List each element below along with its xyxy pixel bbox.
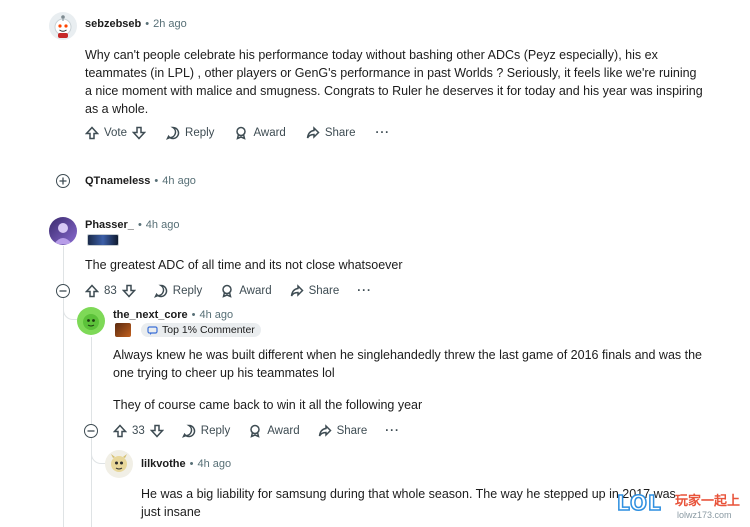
share-button[interactable]: Share [306,126,356,140]
upvote-icon[interactable] [85,126,99,140]
comment-icon [153,284,168,298]
vote-score: 33 [132,425,145,437]
share-button[interactable]: Share [290,284,340,298]
comment-body: Why can't people celebrate his performan… [85,48,703,116]
comment-timestamp[interactable]: 2h ago [153,18,187,30]
separator-dot: • [191,309,196,321]
collapse-comment-button[interactable] [84,424,98,438]
share-label: Share [308,285,340,297]
vote-label: Vote [104,127,128,139]
reply-button[interactable]: Reply [181,424,231,438]
more-icon: ··· [375,127,391,139]
comment-body: Always knew he was built different when … [113,348,703,380]
share-button[interactable]: Share [318,424,368,438]
comment-body: The greatest ADC of all time and its not… [85,258,403,272]
award-label: Award [239,285,272,297]
share-label: Share [336,425,368,437]
watermark: LOL 玩家一起上 lolwz173.com [616,488,747,524]
comment-username[interactable]: sebzebseb [85,18,141,30]
award-icon [222,284,232,298]
award-button[interactable]: Award [220,284,272,298]
commenter-badge-icon [147,325,158,335]
avatar[interactable] [77,307,105,335]
comment-timestamp[interactable]: 4h ago [199,309,233,321]
separator-dot: • [145,18,150,30]
reply-label: Reply [172,285,203,297]
reply-label: Reply [185,127,215,139]
comment-username[interactable]: lilkvothe [141,458,186,470]
more-options-button[interactable]: ··· [376,127,391,139]
reply-connector [63,308,77,320]
comment-timestamp[interactable]: 4h ago [146,219,180,231]
watermark-text: 玩家一起上 [675,494,741,509]
upvote-icon[interactable] [85,284,99,298]
comment-timestamp[interactable]: 4h ago [162,175,196,187]
more-options-button[interactable]: ··· [385,425,400,437]
reply-button[interactable]: Reply [166,126,214,140]
plus-icon [59,177,67,185]
separator-dot: • [189,458,194,470]
comment-timestamp[interactable]: 4h ago [197,458,231,470]
downvote-icon[interactable] [121,284,136,298]
award-icon [250,424,260,438]
expand-comment-button[interactable] [56,174,70,188]
vote-score: 83 [104,285,117,297]
award-button[interactable]: Award [234,126,286,140]
share-icon [290,284,304,297]
share-label: Share [324,127,356,139]
more-icon: ··· [385,425,400,437]
award-button[interactable]: Award [248,424,300,438]
share-icon [306,126,320,139]
separator-dot: • [137,219,142,231]
comment-actions: 33 Reply Award Share ··· [113,424,400,438]
comment-icon [181,424,196,438]
comment-body-paragraph: They of course came back to win it all t… [113,398,423,412]
collapse-comment-button[interactable] [56,284,70,298]
avatar[interactable] [49,217,77,245]
reply-button[interactable]: Reply [153,284,203,298]
reply-connector [91,450,105,464]
watermark-url: lolwz173.com [677,510,732,520]
comment-body: He was a big liability for samsung durin… [141,487,676,519]
user-flair [115,323,131,337]
downvote-icon[interactable] [149,424,164,438]
watermark-logo: LOL [616,490,662,516]
reply-label: Reply [200,425,231,437]
badge-label: Top 1% Commenter [162,324,255,336]
vote-control: 83 [85,284,136,298]
comment-username[interactable]: QTnameless [85,175,150,187]
award-icon [236,126,247,140]
minus-icon [59,290,67,292]
downvote-icon[interactable] [132,126,147,140]
comment-username[interactable]: the_next_core [113,309,188,321]
vote-control: Vote [85,126,147,140]
award-label: Award [253,127,286,139]
minus-icon [87,430,95,432]
more-options-button[interactable]: ··· [357,285,372,297]
comment-icon [166,126,180,140]
comment-actions: Vote Reply Award Share ··· [85,126,390,140]
user-flair [87,234,119,246]
separator-dot: • [154,175,159,187]
comment-actions: 83 Reply Award Share ··· [85,284,372,298]
more-icon: ··· [357,285,372,297]
comment-username[interactable]: Phasser_ [85,219,134,231]
top-commenter-badge: Top 1% Commenter [141,323,261,337]
share-icon [318,424,332,437]
avatar[interactable] [49,12,77,40]
avatar[interactable] [105,450,133,478]
vote-control: 33 [113,424,164,438]
upvote-icon[interactable] [113,424,127,438]
award-label: Award [267,425,300,437]
